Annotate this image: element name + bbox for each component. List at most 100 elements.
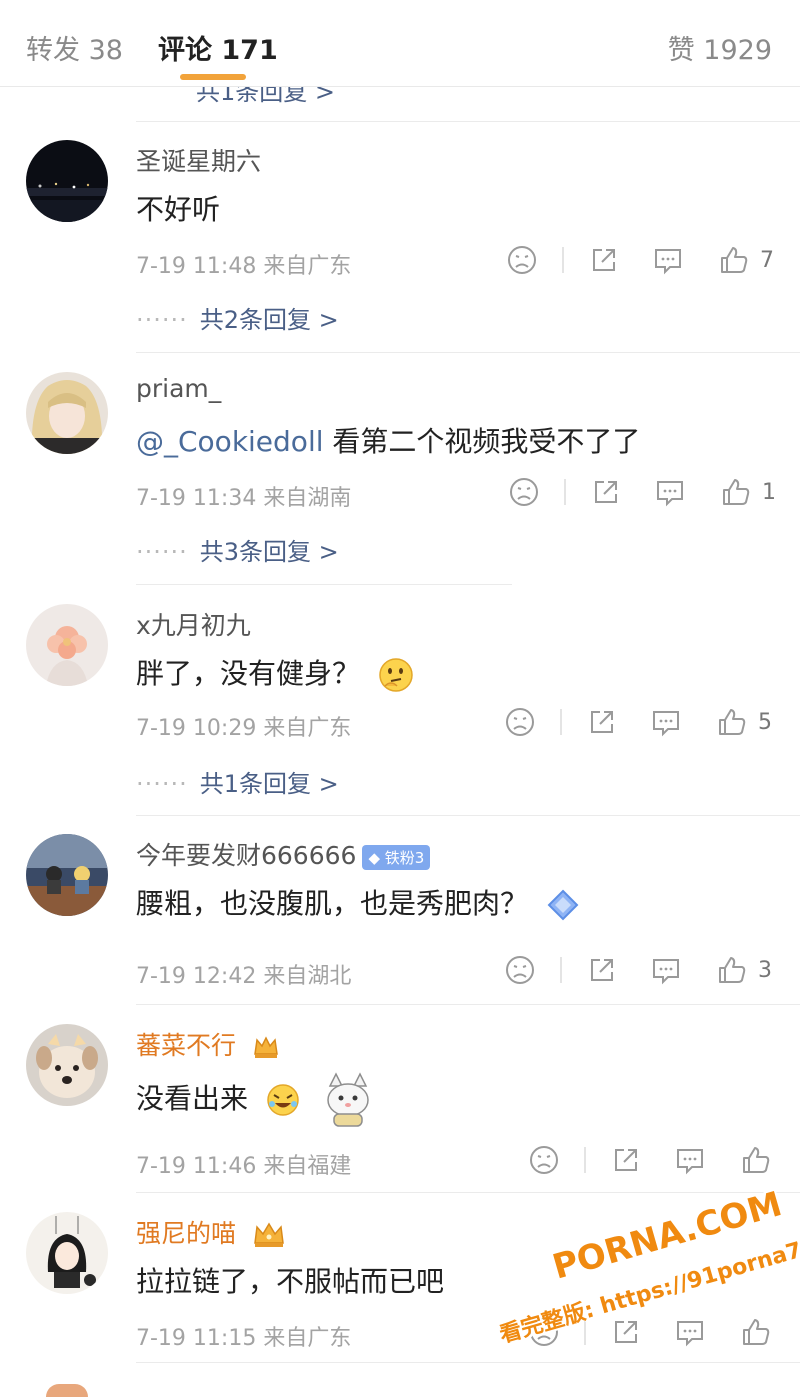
divider (136, 1004, 800, 1005)
comment-text: 腰粗，也没腹肌，也是秀肥肉？ (136, 882, 581, 923)
comment-text: 没看出来 (136, 1072, 378, 1128)
comment-icon[interactable] (654, 476, 686, 508)
view-replies-link[interactable]: ······ 共2条回复 > (136, 300, 339, 335)
active-tab-indicator (180, 74, 246, 80)
separator (584, 1147, 586, 1173)
share-icon[interactable] (610, 1316, 642, 1348)
thumbs-up-icon[interactable] (740, 1144, 772, 1176)
share-icon[interactable] (588, 244, 620, 276)
crown-badge-icon (254, 1222, 284, 1247)
comment-item: x九月初九 胖了，没有健身？ 7-19 10:29 来自广东 5 ······ 共… (0, 604, 800, 804)
comment-meta: 7-19 10:29 来自广东 (136, 716, 352, 741)
thumbs-up-icon[interactable] (740, 1316, 772, 1348)
comment-meta: 7-19 12:42 来自湖北 (136, 964, 352, 989)
dots: ······ (136, 538, 188, 566)
thinking-emoji (379, 658, 413, 692)
like-count: 3 (758, 958, 772, 983)
replies-label: 共3条回复 > (199, 538, 339, 566)
thumbs-up-icon[interactable] (720, 476, 752, 508)
like-count: 1 (762, 480, 776, 505)
share-icon[interactable] (586, 954, 618, 986)
comment-username[interactable]: 蕃菜不行 (136, 1026, 280, 1062)
comment-meta: 7-19 11:34 来自湖南 (136, 486, 352, 511)
dislike-face-icon[interactable] (504, 954, 536, 986)
username-text: 强尼的喵 (136, 1219, 237, 1248)
thumbs-up-icon[interactable] (716, 954, 748, 986)
divider (136, 1192, 800, 1193)
comment-text-body: 看第二个视频我受不了了 (323, 425, 641, 458)
comment-icon[interactable] (650, 954, 682, 986)
username-text: 蕃菜不行 (136, 1031, 237, 1060)
comment-text: 拉拉链了，不服帖而已吧 (136, 1265, 445, 1298)
next-avatar-partial (46, 1384, 88, 1397)
replies-label: 共2条回复 > (199, 306, 339, 334)
diamond-sticker-icon (547, 889, 579, 921)
like-count: 5 (758, 710, 772, 735)
tab-likes[interactable]: 赞 1929 (668, 28, 772, 67)
comment-text: 胖了，没有健身？ (136, 652, 415, 694)
comment-username[interactable]: x九月初九 (136, 606, 251, 642)
anime-scene-avatar[interactable] (26, 834, 108, 916)
dislike-face-icon[interactable] (504, 706, 536, 738)
comment-icon[interactable] (674, 1316, 706, 1348)
comment-item: 圣诞星期六 不好听 7-19 11:48 来自广东 7 ······ 共2条回复 … (0, 140, 800, 340)
comment-icon[interactable] (674, 1144, 706, 1176)
comment-text: @_Cookiedoll 看第二个视频我受不了了 (136, 420, 640, 460)
share-icon[interactable] (610, 1144, 642, 1176)
dislike-face-icon[interactable] (528, 1144, 560, 1176)
comment-item: 今年要发财666666 ◆ 铁粉3 腰粗，也没腹肌，也是秀肥肉？ 7-19 12:… (0, 834, 800, 1004)
night-city-avatar[interactable] (26, 140, 108, 222)
like-count: 7 (760, 248, 774, 273)
thumbs-up-icon[interactable] (716, 706, 748, 738)
comment-meta: 7-19 11:46 来自福建 (136, 1154, 352, 1179)
divider (136, 352, 800, 353)
replies-label: 共1条回复 > (199, 770, 339, 798)
comment-username[interactable]: 圣诞星期六 (136, 142, 261, 178)
view-replies-link[interactable]: ······ 共1条回复 > (136, 764, 339, 799)
comment-text: 不好听 (136, 193, 221, 226)
thumbs-up-icon[interactable] (718, 244, 750, 276)
divider (136, 1362, 800, 1363)
comment-icon[interactable] (652, 244, 684, 276)
comment-item: 蕃菜不行 没看出来 7-19 11:46 来自福建 (0, 1024, 800, 1194)
separator (562, 247, 564, 273)
comment-item: 强尼的喵 拉拉链了，不服帖而已吧 7-19 11:15 来自广东 (0, 1212, 800, 1382)
comment-icon[interactable] (650, 706, 682, 738)
peach-flower-avatar[interactable] (26, 604, 108, 686)
tab-bar: 转发 38 评论 171 赞 1929 (0, 0, 800, 87)
comment-username[interactable]: 强尼的喵 (136, 1214, 286, 1250)
dislike-face-icon[interactable] (528, 1316, 560, 1348)
dots: ······ (136, 306, 188, 334)
divider (136, 121, 800, 122)
separator (564, 479, 566, 505)
puppy-avatar[interactable] (26, 1024, 108, 1106)
rofl-emoji (267, 1084, 299, 1116)
cartoon-girl-avatar[interactable] (26, 1212, 108, 1294)
mention-link[interactable]: @_Cookiedoll (136, 425, 324, 458)
comment-meta: 7-19 11:48 来自广东 (136, 254, 352, 279)
fan-badge: ◆ 铁粉3 (362, 844, 431, 870)
username-text: 今年要发财666666 (136, 841, 357, 870)
fan-badge-label: 铁粉3 (384, 848, 425, 867)
separator (560, 957, 562, 983)
comment-text-body: 没看出来 (136, 1082, 249, 1115)
blonde-doll-avatar[interactable] (26, 372, 108, 454)
tab-comments[interactable]: 评论 171 (158, 28, 278, 67)
comment-username[interactable]: priam_ (136, 374, 221, 403)
comment-meta: 7-19 11:15 来自广东 (136, 1326, 352, 1351)
dislike-face-icon[interactable] (508, 476, 540, 508)
cartoon-cat-sticker-icon (327, 1072, 369, 1127)
dots: ······ (136, 770, 188, 798)
divider (136, 584, 512, 585)
share-icon[interactable] (590, 476, 622, 508)
share-icon[interactable] (586, 706, 618, 738)
view-replies-link[interactable]: ······ 共3条回复 > (136, 532, 339, 567)
crown-badge-icon (254, 1036, 278, 1058)
divider (136, 815, 800, 816)
dislike-face-icon[interactable] (506, 244, 538, 276)
comment-text-body: 腰粗，也没腹肌，也是秀肥肉？ (136, 887, 529, 920)
comment-username[interactable]: 今年要发财666666 ◆ 铁粉3 (136, 836, 431, 872)
tab-repost[interactable]: 转发 38 (26, 28, 123, 67)
comment-text-body: 胖了，没有健身？ (136, 657, 361, 690)
comment-item: priam_ @_Cookiedoll 看第二个视频我受不了了 7-19 11:… (0, 372, 800, 572)
